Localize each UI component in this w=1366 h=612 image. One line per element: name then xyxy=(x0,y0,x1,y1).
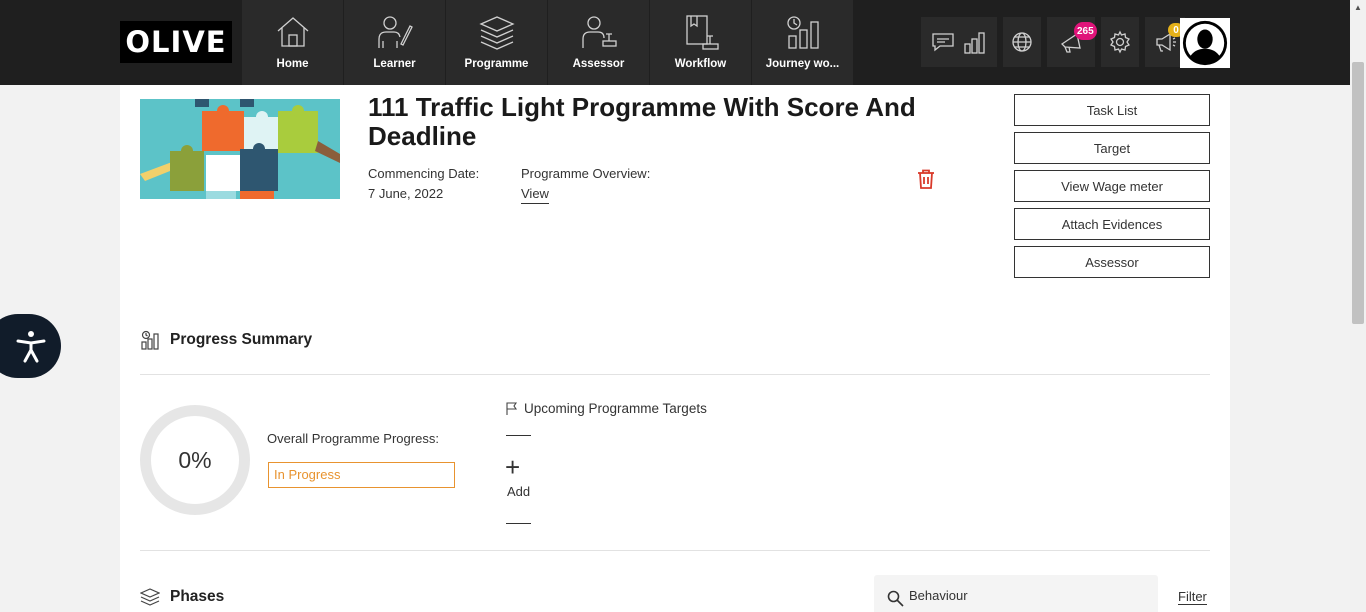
nav-tab-label: Assessor xyxy=(572,58,625,70)
add-target-plus-icon[interactable]: + xyxy=(505,454,520,480)
progress-summary-title: Progress Summary xyxy=(170,331,313,348)
messages-reports-group xyxy=(921,17,997,67)
olive-logo[interactable]: OLIVE xyxy=(120,21,232,63)
nav-tab-label: Programme xyxy=(464,58,529,70)
progress-status-badge: In Progress xyxy=(268,462,455,488)
programme-title: 111 Traffic Light Programme With Score A… xyxy=(368,92,916,151)
search-icon xyxy=(887,590,904,607)
header-icon-bar: 265 0 xyxy=(921,17,1185,67)
gear-icon xyxy=(1110,30,1130,54)
user-avatar-icon xyxy=(1182,20,1228,66)
phases-title: Phases xyxy=(170,588,225,605)
progress-ring: 0% xyxy=(140,405,250,515)
targets-divider-top xyxy=(506,435,531,436)
nav-tab-home[interactable]: Home xyxy=(242,0,343,85)
nav-tab-workflow[interactable]: Workflow xyxy=(650,0,751,85)
upcoming-targets-title: Upcoming Programme Targets xyxy=(524,401,707,416)
settings-button[interactable] xyxy=(1101,17,1139,67)
nav-tab-assessor[interactable]: Assessor xyxy=(548,0,649,85)
notifications-button[interactable]: 265 xyxy=(1047,17,1097,67)
bar-chart-icon[interactable] xyxy=(963,30,987,54)
overall-progress-label: Overall Programme Progress: xyxy=(267,431,439,446)
progress-summary-icon xyxy=(141,330,159,350)
filter-link[interactable]: Filter xyxy=(1178,589,1207,605)
nav-tab-label: Learner xyxy=(373,58,416,70)
nav-tab-label: Home xyxy=(276,58,309,70)
programme-image xyxy=(140,99,340,199)
nav-tab-learner[interactable]: Learner xyxy=(344,0,445,85)
nav-tab-journey[interactable]: Journey wo... xyxy=(752,0,853,85)
scroll-up-arrow[interactable]: ▲ xyxy=(1353,3,1363,13)
attach-evidences-button[interactable]: Attach Evidences xyxy=(1014,208,1210,240)
user-avatar[interactable] xyxy=(1180,18,1230,68)
workflow-icon xyxy=(685,15,719,50)
view-wage-meter-button[interactable]: View Wage meter xyxy=(1014,170,1210,202)
targets-divider-bottom xyxy=(506,523,531,524)
accessibility-icon xyxy=(16,331,45,363)
announcements-button[interactable]: 0 xyxy=(1145,17,1185,67)
main-nav-tabs: Home Learner Programme Assessor Workflow… xyxy=(242,0,854,85)
programme-overview-view-link[interactable]: View xyxy=(521,186,549,204)
phases-layers-icon xyxy=(140,588,160,606)
add-target-label[interactable]: Add xyxy=(507,484,530,499)
assessor-button[interactable]: Assessor xyxy=(1014,246,1210,278)
progress-percent: 0% xyxy=(178,446,212,473)
commencing-date-value: 7 June, 2022 xyxy=(368,186,444,201)
globe-icon xyxy=(1012,32,1032,52)
accessibility-widget-button[interactable] xyxy=(0,314,61,378)
top-navigation-bar: OLIVE Home Learner Programme Assessor Wo… xyxy=(0,0,1350,85)
flag-icon xyxy=(506,402,518,415)
programme-card: 111 Traffic Light Programme With Score A… xyxy=(120,85,1230,612)
task-list-button[interactable]: Task List xyxy=(1014,94,1210,126)
section-divider xyxy=(140,550,1210,551)
language-button[interactable] xyxy=(1003,17,1041,67)
section-divider xyxy=(140,374,1210,375)
phases-search-box[interactable] xyxy=(874,575,1158,612)
nav-tab-label: Journey wo... xyxy=(765,58,840,70)
target-button[interactable]: Target xyxy=(1014,132,1210,164)
home-icon xyxy=(277,17,308,47)
commencing-date-label: Commencing Date: xyxy=(368,166,480,181)
delete-trash-icon[interactable] xyxy=(917,169,935,189)
chat-icon[interactable] xyxy=(931,30,955,54)
programme-overview-label: Programme Overview: xyxy=(521,166,651,181)
notifications-count-badge: 265 xyxy=(1074,22,1097,40)
scrollbar-thumb[interactable] xyxy=(1352,62,1364,324)
phases-search-input[interactable] xyxy=(909,588,1109,603)
nav-tab-label: Workflow xyxy=(674,58,727,70)
programme-icon xyxy=(478,16,515,50)
nav-tab-programme[interactable]: Programme xyxy=(446,0,547,85)
journey-icon xyxy=(786,16,819,49)
puzzle-pieces-image xyxy=(140,99,340,199)
assessor-icon xyxy=(581,16,617,48)
learner-icon xyxy=(377,16,413,48)
